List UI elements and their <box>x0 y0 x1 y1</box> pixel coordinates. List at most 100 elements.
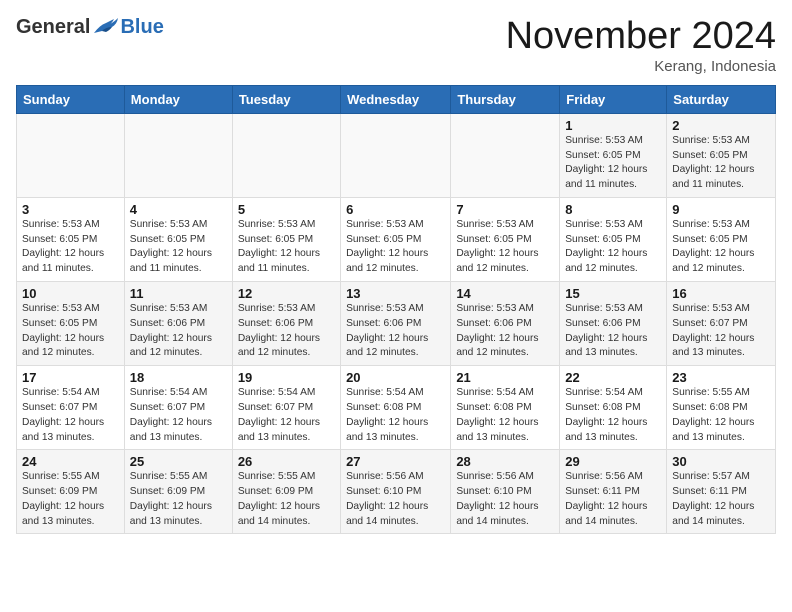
title-block: November 2024 Kerang, Indonesia <box>506 16 776 75</box>
month-title: November 2024 <box>506 16 776 58</box>
day-info: Sunrise: 5:53 AM Sunset: 6:05 PM Dayligh… <box>346 218 445 277</box>
weekday-header-monday: Monday <box>124 85 232 113</box>
calendar-cell: 24Sunrise: 5:55 AM Sunset: 6:09 PM Dayli… <box>17 450 125 534</box>
day-number: 21 <box>456 370 554 385</box>
location: Kerang, Indonesia <box>506 58 776 75</box>
logo-blue: Blue <box>120 16 163 39</box>
day-info: Sunrise: 5:55 AM Sunset: 6:09 PM Dayligh… <box>238 470 335 529</box>
calendar-cell: 19Sunrise: 5:54 AM Sunset: 6:07 PM Dayli… <box>232 366 340 450</box>
day-info: Sunrise: 5:53 AM Sunset: 6:05 PM Dayligh… <box>565 134 661 193</box>
calendar-cell: 27Sunrise: 5:56 AM Sunset: 6:10 PM Dayli… <box>341 450 451 534</box>
logo-text: General Blue <box>16 16 164 39</box>
weekday-header-thursday: Thursday <box>451 85 560 113</box>
calendar-cell: 26Sunrise: 5:55 AM Sunset: 6:09 PM Dayli… <box>232 450 340 534</box>
day-info: Sunrise: 5:54 AM Sunset: 6:08 PM Dayligh… <box>346 386 445 445</box>
day-info: Sunrise: 5:54 AM Sunset: 6:07 PM Dayligh… <box>22 386 119 445</box>
calendar-cell: 17Sunrise: 5:54 AM Sunset: 6:07 PM Dayli… <box>17 366 125 450</box>
day-info: Sunrise: 5:53 AM Sunset: 6:05 PM Dayligh… <box>456 218 554 277</box>
day-info: Sunrise: 5:53 AM Sunset: 6:05 PM Dayligh… <box>22 302 119 361</box>
day-number: 9 <box>672 202 770 217</box>
day-info: Sunrise: 5:57 AM Sunset: 6:11 PM Dayligh… <box>672 470 770 529</box>
calendar-cell: 3Sunrise: 5:53 AM Sunset: 6:05 PM Daylig… <box>17 197 125 281</box>
day-info: Sunrise: 5:53 AM Sunset: 6:05 PM Dayligh… <box>565 218 661 277</box>
weekday-header-row: SundayMondayTuesdayWednesdayThursdayFrid… <box>17 85 776 113</box>
day-info: Sunrise: 5:54 AM Sunset: 6:08 PM Dayligh… <box>565 386 661 445</box>
header: General Blue November 2024 Kerang, Indon… <box>16 16 776 75</box>
day-info: Sunrise: 5:55 AM Sunset: 6:09 PM Dayligh… <box>22 470 119 529</box>
calendar-cell: 12Sunrise: 5:53 AM Sunset: 6:06 PM Dayli… <box>232 282 340 366</box>
calendar-table: SundayMondayTuesdayWednesdayThursdayFrid… <box>16 85 776 535</box>
day-number: 14 <box>456 286 554 301</box>
week-row-3: 10Sunrise: 5:53 AM Sunset: 6:05 PM Dayli… <box>17 282 776 366</box>
weekday-header-saturday: Saturday <box>667 85 776 113</box>
day-info: Sunrise: 5:53 AM Sunset: 6:06 PM Dayligh… <box>130 302 227 361</box>
day-number: 28 <box>456 454 554 469</box>
day-number: 25 <box>130 454 227 469</box>
day-number: 2 <box>672 118 770 133</box>
day-number: 17 <box>22 370 119 385</box>
calendar-cell <box>232 113 340 197</box>
day-number: 5 <box>238 202 335 217</box>
calendar-cell <box>341 113 451 197</box>
day-info: Sunrise: 5:53 AM Sunset: 6:05 PM Dayligh… <box>22 218 119 277</box>
day-info: Sunrise: 5:53 AM Sunset: 6:05 PM Dayligh… <box>130 218 227 277</box>
calendar-cell <box>124 113 232 197</box>
day-number: 27 <box>346 454 445 469</box>
calendar-cell: 15Sunrise: 5:53 AM Sunset: 6:06 PM Dayli… <box>560 282 667 366</box>
day-info: Sunrise: 5:53 AM Sunset: 6:06 PM Dayligh… <box>238 302 335 361</box>
calendar-cell: 8Sunrise: 5:53 AM Sunset: 6:05 PM Daylig… <box>560 197 667 281</box>
day-info: Sunrise: 5:54 AM Sunset: 6:07 PM Dayligh… <box>238 386 335 445</box>
day-number: 20 <box>346 370 445 385</box>
day-number: 10 <box>22 286 119 301</box>
day-number: 22 <box>565 370 661 385</box>
calendar-cell: 29Sunrise: 5:56 AM Sunset: 6:11 PM Dayli… <box>560 450 667 534</box>
day-number: 4 <box>130 202 227 217</box>
logo-bird-icon <box>92 15 120 37</box>
calendar-cell: 23Sunrise: 5:55 AM Sunset: 6:08 PM Dayli… <box>667 366 776 450</box>
day-info: Sunrise: 5:53 AM Sunset: 6:06 PM Dayligh… <box>456 302 554 361</box>
calendar-cell: 22Sunrise: 5:54 AM Sunset: 6:08 PM Dayli… <box>560 366 667 450</box>
calendar-cell: 9Sunrise: 5:53 AM Sunset: 6:05 PM Daylig… <box>667 197 776 281</box>
page: General Blue November 2024 Kerang, Indon… <box>0 0 792 550</box>
day-number: 30 <box>672 454 770 469</box>
calendar-cell: 21Sunrise: 5:54 AM Sunset: 6:08 PM Dayli… <box>451 366 560 450</box>
week-row-2: 3Sunrise: 5:53 AM Sunset: 6:05 PM Daylig… <box>17 197 776 281</box>
week-row-5: 24Sunrise: 5:55 AM Sunset: 6:09 PM Dayli… <box>17 450 776 534</box>
day-number: 24 <box>22 454 119 469</box>
day-info: Sunrise: 5:53 AM Sunset: 6:05 PM Dayligh… <box>672 218 770 277</box>
calendar-cell: 1Sunrise: 5:53 AM Sunset: 6:05 PM Daylig… <box>560 113 667 197</box>
day-number: 23 <box>672 370 770 385</box>
calendar-cell: 18Sunrise: 5:54 AM Sunset: 6:07 PM Dayli… <box>124 366 232 450</box>
day-number: 15 <box>565 286 661 301</box>
calendar-cell: 20Sunrise: 5:54 AM Sunset: 6:08 PM Dayli… <box>341 366 451 450</box>
day-number: 6 <box>346 202 445 217</box>
day-info: Sunrise: 5:53 AM Sunset: 6:05 PM Dayligh… <box>238 218 335 277</box>
day-number: 16 <box>672 286 770 301</box>
day-info: Sunrise: 5:55 AM Sunset: 6:08 PM Dayligh… <box>672 386 770 445</box>
calendar-cell: 11Sunrise: 5:53 AM Sunset: 6:06 PM Dayli… <box>124 282 232 366</box>
calendar-cell: 7Sunrise: 5:53 AM Sunset: 6:05 PM Daylig… <box>451 197 560 281</box>
calendar-cell: 30Sunrise: 5:57 AM Sunset: 6:11 PM Dayli… <box>667 450 776 534</box>
calendar-cell: 25Sunrise: 5:55 AM Sunset: 6:09 PM Dayli… <box>124 450 232 534</box>
day-number: 29 <box>565 454 661 469</box>
day-number: 26 <box>238 454 335 469</box>
calendar-cell: 2Sunrise: 5:53 AM Sunset: 6:05 PM Daylig… <box>667 113 776 197</box>
week-row-4: 17Sunrise: 5:54 AM Sunset: 6:07 PM Dayli… <box>17 366 776 450</box>
day-info: Sunrise: 5:53 AM Sunset: 6:07 PM Dayligh… <box>672 302 770 361</box>
day-number: 1 <box>565 118 661 133</box>
day-info: Sunrise: 5:54 AM Sunset: 6:07 PM Dayligh… <box>130 386 227 445</box>
day-info: Sunrise: 5:56 AM Sunset: 6:11 PM Dayligh… <box>565 470 661 529</box>
calendar-cell <box>17 113 125 197</box>
day-number: 12 <box>238 286 335 301</box>
day-info: Sunrise: 5:53 AM Sunset: 6:06 PM Dayligh… <box>565 302 661 361</box>
weekday-header-wednesday: Wednesday <box>341 85 451 113</box>
day-info: Sunrise: 5:56 AM Sunset: 6:10 PM Dayligh… <box>346 470 445 529</box>
weekday-header-friday: Friday <box>560 85 667 113</box>
calendar-cell: 10Sunrise: 5:53 AM Sunset: 6:05 PM Dayli… <box>17 282 125 366</box>
calendar-cell: 16Sunrise: 5:53 AM Sunset: 6:07 PM Dayli… <box>667 282 776 366</box>
calendar-cell <box>451 113 560 197</box>
weekday-header-sunday: Sunday <box>17 85 125 113</box>
calendar-cell: 28Sunrise: 5:56 AM Sunset: 6:10 PM Dayli… <box>451 450 560 534</box>
day-number: 18 <box>130 370 227 385</box>
day-number: 8 <box>565 202 661 217</box>
